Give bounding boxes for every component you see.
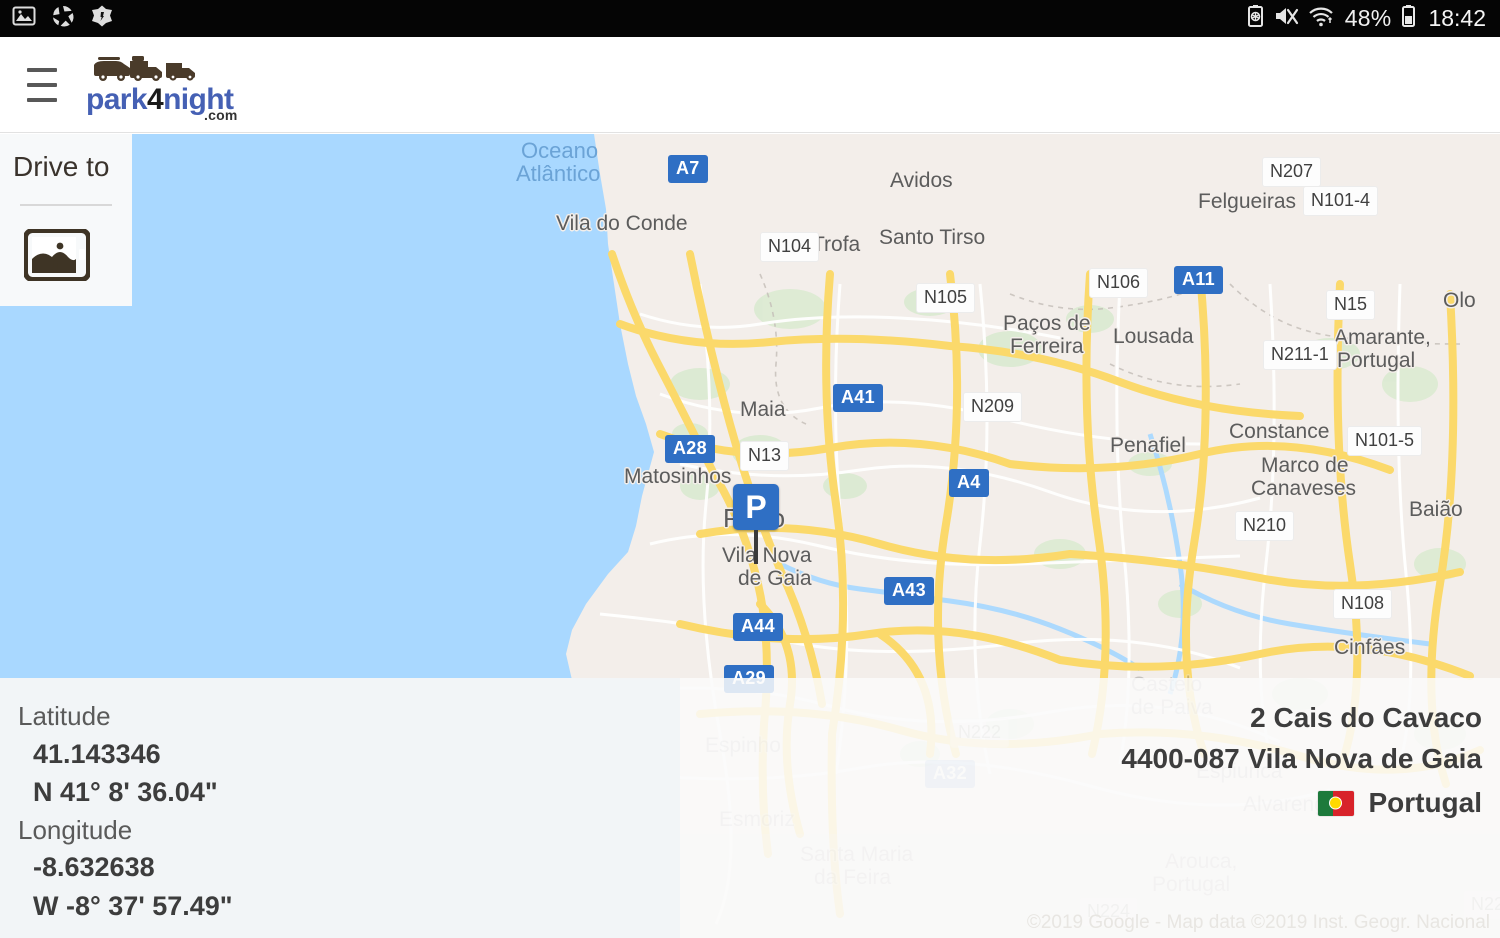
- map-place-label: Arouca,: [1165, 850, 1238, 873]
- map-motorway-shield: A28: [665, 435, 715, 463]
- portugal-flag-icon: [1318, 790, 1355, 816]
- map-motorway-shield: A29: [724, 665, 774, 693]
- drive-to-title: Drive to: [13, 151, 110, 182]
- map-place-label: Matosinhos: [624, 465, 732, 488]
- hamburger-bar: [27, 83, 57, 87]
- map-place-label: Avidos: [890, 169, 953, 192]
- parking-marker-letter: P: [733, 484, 779, 530]
- map-road-number: N105: [916, 283, 976, 313]
- address-block: 2 Cais do Cavaco 4400-087 Vila Nova de G…: [1121, 698, 1482, 824]
- map-place-label: Espinho: [705, 734, 781, 757]
- map-motorway-shield: A41: [833, 384, 883, 412]
- map-road-number: N108: [1333, 589, 1393, 619]
- map-place-label: Penafiel: [1110, 434, 1186, 457]
- map-road-number: N209: [963, 392, 1023, 422]
- longitude-dms-value: W -8° 37' 57.49": [33, 890, 233, 921]
- longitude-label: Longitude: [18, 814, 133, 845]
- map-place-label: Olo: [1443, 289, 1476, 312]
- map-place-label: Portugal: [1337, 349, 1416, 372]
- latitude-label: Latitude: [18, 701, 111, 731]
- wifi-icon: [1308, 4, 1336, 33]
- app-root: 48% 18:42 park4night .com Oceano Atlânti…: [0, 0, 1500, 938]
- android-status-bar: 48% 18:42: [0, 0, 1500, 37]
- address-city: 4400-087 Vila Nova de Gaia: [1121, 742, 1482, 774]
- map-place-label: Portugal: [1152, 873, 1231, 896]
- park4night-logo[interactable]: park4night .com: [86, 55, 326, 129]
- drive-to-card[interactable]: Drive to: [0, 134, 132, 306]
- map-place-label: da Feira: [814, 866, 892, 889]
- map-place-label: Castelo: [1131, 673, 1203, 696]
- logo-word-four: 4: [146, 83, 164, 116]
- map-motorway-shield: A11: [1174, 266, 1223, 294]
- hamburger-bar: [27, 68, 57, 72]
- status-bar-left-icons: [0, 4, 114, 33]
- screenshot-icon: [12, 4, 36, 33]
- map-road-number: N101-5: [1347, 426, 1423, 456]
- map-place-label: Santo Tirso: [879, 226, 986, 249]
- map-road-number: N106: [1089, 268, 1149, 298]
- map-place-label: Vila do Conde: [556, 212, 688, 235]
- map-road-number: N13: [740, 441, 790, 471]
- parking-marker-stem: [754, 530, 758, 564]
- map-motorway-shield: A7: [668, 155, 708, 183]
- map-road-number: N104: [760, 232, 820, 262]
- map-road-number: N15: [1326, 290, 1376, 320]
- battery-saver-icon: [1247, 4, 1264, 33]
- status-bar-right-icons: 48% 18:42: [1247, 4, 1500, 33]
- mute-icon: [1273, 4, 1299, 33]
- map-place-label: Esmoriz: [719, 808, 795, 831]
- map-place-label: de Gaia: [738, 567, 812, 590]
- map-road-number: N222: [950, 718, 1010, 748]
- logo-dotcom: .com: [204, 107, 238, 123]
- map-place-label: Felgueiras: [1198, 190, 1297, 213]
- address-country: Portugal: [1368, 786, 1482, 818]
- map-motorway-shield: A43: [884, 577, 934, 605]
- battery-icon: [1400, 4, 1417, 33]
- drive-to-divider: [20, 204, 112, 206]
- map-place-label: Lousada: [1113, 325, 1194, 348]
- camper-vans-icon: [92, 55, 200, 85]
- map-road-number: N101-4: [1303, 186, 1379, 216]
- address-street: 2 Cais do Cavaco: [1250, 702, 1482, 733]
- longitude-decimal-value: -8.632638: [33, 852, 155, 883]
- map-place-label: Marco de: [1261, 454, 1349, 477]
- map-place-label: Amarante,: [1334, 326, 1431, 349]
- map-place-label: Ferreira: [1010, 335, 1084, 358]
- shutter-icon: [51, 4, 75, 33]
- map-road-number: N207: [1262, 157, 1322, 187]
- map-road-number: N210: [1235, 511, 1295, 541]
- app-header: park4night .com: [0, 37, 1500, 133]
- avast-icon: [90, 4, 114, 33]
- map-place-label: Canaveses: [1251, 477, 1357, 500]
- battery-percent-label: 48%: [1344, 5, 1392, 31]
- latitude-dms-value: N 41° 8' 36.04": [33, 777, 218, 808]
- hamburger-bar: [27, 98, 57, 102]
- hamburger-icon[interactable]: [27, 68, 57, 102]
- flag-armillary-sphere: [1328, 796, 1342, 810]
- map-place-label: Constance: [1229, 420, 1330, 443]
- map-place-label: Atlântico: [516, 161, 601, 186]
- map-place-label: Paços de: [1003, 312, 1091, 335]
- map-place-label: Trofa: [812, 233, 861, 256]
- map-attribution: ©2019 Google - Map data ©2019 Inst. Geog…: [1026, 912, 1490, 933]
- map-place-label: Cinfães: [1334, 636, 1406, 659]
- logo-word-park: park: [86, 83, 148, 116]
- map-motorway-shield: A32: [925, 760, 975, 788]
- map-road-number: N211-1: [1263, 340, 1337, 370]
- map-place-label: Baião: [1409, 498, 1463, 521]
- latitude-decimal-value: 41.143346: [33, 738, 161, 769]
- address-country-row: Portugal: [1121, 783, 1482, 824]
- map-place-label: Maia: [740, 398, 786, 421]
- map-motorway-shield: A4: [949, 469, 989, 497]
- parking-marker-icon[interactable]: P: [733, 484, 779, 564]
- coordinates-block: Latitude 41.143346 N 41° 8' 36.04" Longi…: [18, 698, 233, 925]
- map-place-label: Santa Maria: [800, 843, 914, 866]
- map-motorway-shield: A44: [733, 613, 783, 641]
- navigation-phone-icon[interactable]: [23, 228, 91, 282]
- status-bar-clock: 18:42: [1428, 5, 1486, 31]
